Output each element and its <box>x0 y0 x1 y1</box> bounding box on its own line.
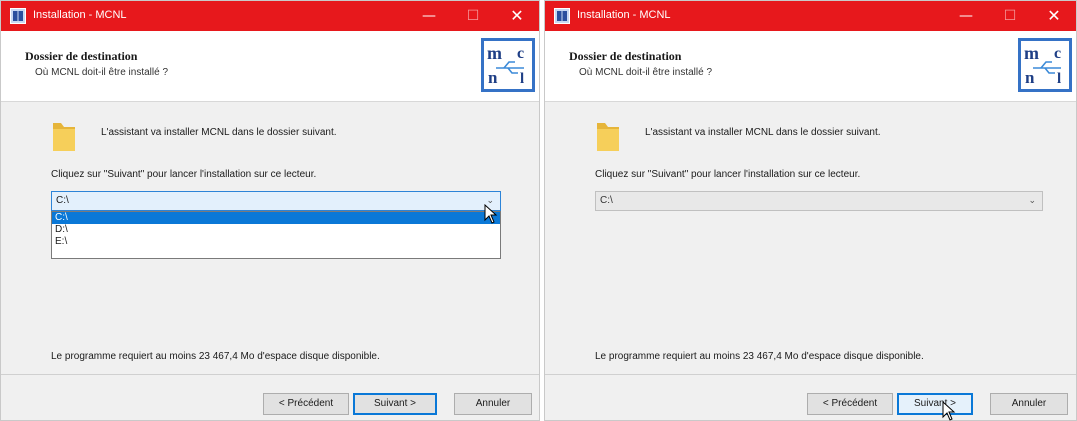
logo-letter-n: n <box>1025 68 1035 87</box>
minimize-button[interactable]: — <box>407 1 451 31</box>
minimize-button[interactable]: — <box>944 1 988 31</box>
maximize-button[interactable]: ☐ <box>451 1 495 31</box>
wizard-header: Dossier de destination Où MCNL doit-il ê… <box>1 31 539 102</box>
drive-select[interactable]: C:\ ⌄ <box>51 191 501 211</box>
drive-select[interactable]: C:\ ⌄ <box>595 191 1043 211</box>
page-title: Dossier de destination <box>25 49 138 63</box>
logo-letter-n: n <box>488 68 498 87</box>
folder-icon <box>53 123 75 151</box>
drive-select-value: C:\ <box>56 195 69 206</box>
back-button[interactable]: < Précédent <box>263 393 349 415</box>
close-button[interactable]: ✕ <box>1032 1 1076 31</box>
footer-divider <box>1 374 539 375</box>
cancel-button[interactable]: Annuler <box>454 393 532 415</box>
logo-letter-c: c <box>1054 45 1061 62</box>
mouse-cursor-icon <box>484 204 498 224</box>
back-button[interactable]: < Précédent <box>807 393 893 415</box>
window-title: Installation - MCNL <box>577 9 671 21</box>
drive-select-value: C:\ <box>600 195 613 206</box>
logo-letter-c: c <box>517 45 524 62</box>
mouse-cursor-icon <box>942 401 956 421</box>
folder-icon <box>597 123 619 151</box>
instruction-text: Cliquez sur "Suivant" pour lancer l'inst… <box>595 169 861 180</box>
page-subtitle: Où MCNL doit-il être installé ? <box>579 67 713 78</box>
footer-divider <box>545 374 1076 375</box>
installer-window-dropdown-closed: Installation - MCNL — ☐ ✕ Dossier de des… <box>544 0 1077 421</box>
next-button[interactable]: Suivant > <box>353 393 437 415</box>
logo-letter-l: l <box>520 71 524 87</box>
next-button[interactable]: Suivant > <box>897 393 973 415</box>
app-icon <box>10 8 26 24</box>
close-button[interactable]: ✕ <box>495 1 539 31</box>
chevron-down-icon[interactable]: ⌄ <box>1028 192 1036 210</box>
cancel-button[interactable]: Annuler <box>990 393 1068 415</box>
drive-option-d[interactable]: D:\ <box>52 224 500 236</box>
drive-dropdown-list: C:\ D:\ E:\ <box>51 211 501 259</box>
instruction-text: Cliquez sur "Suivant" pour lancer l'inst… <box>51 169 317 180</box>
page-title: Dossier de destination <box>569 49 682 63</box>
mcnl-logo: m c n l <box>1018 38 1072 92</box>
disk-space-text: Le programme requiert au moins 23 467,4 … <box>595 351 924 362</box>
app-icon <box>554 8 570 24</box>
page-subtitle: Où MCNL doit-il être installé ? <box>35 67 169 78</box>
wizard-header: Dossier de destination Où MCNL doit-il ê… <box>545 31 1076 102</box>
intro-text: L'assistant va installer MCNL dans le do… <box>101 127 337 138</box>
drive-option-c[interactable]: C:\ <box>52 212 500 224</box>
logo-letter-m: m <box>1024 43 1039 63</box>
window-title: Installation - MCNL <box>33 9 127 21</box>
drive-option-e[interactable]: E:\ <box>52 236 500 248</box>
logo-letter-l: l <box>1057 71 1061 87</box>
disk-space-text: Le programme requiert au moins 23 467,4 … <box>51 351 380 362</box>
title-bar[interactable]: Installation - MCNL — ☐ ✕ <box>1 1 539 31</box>
logo-letter-m: m <box>487 43 502 63</box>
intro-text: L'assistant va installer MCNL dans le do… <box>645 127 881 138</box>
installer-window-dropdown-open: Installation - MCNL — ☐ ✕ Dossier de des… <box>0 0 540 421</box>
maximize-button[interactable]: ☐ <box>988 1 1032 31</box>
title-bar[interactable]: Installation - MCNL — ☐ ✕ <box>545 1 1076 31</box>
mcnl-logo: m c n l <box>481 38 535 92</box>
